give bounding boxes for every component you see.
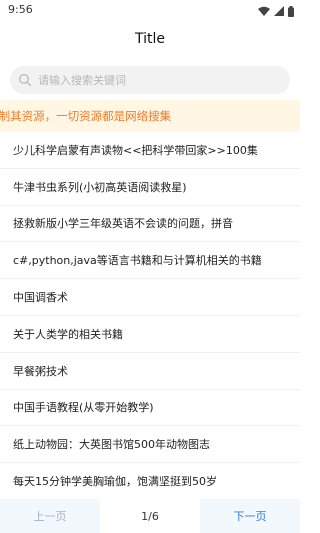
list-item[interactable]: 牛津书虫系列(小初高英语阅读救星): [0, 169, 300, 206]
signal-icon: [274, 6, 284, 16]
pagination-bar: 上一页 1/6 下一页: [0, 499, 300, 533]
list-item[interactable]: 少儿科学启蒙有声读物<<把科学带回家>>100集: [0, 132, 300, 169]
status-bar: 9:56: [0, 0, 300, 22]
search-input[interactable]: [38, 73, 278, 87]
list-item[interactable]: 早餐粥技术: [0, 353, 300, 390]
list-item[interactable]: 纸上动物园：大英图书馆500年动物图志: [0, 426, 300, 464]
wifi-icon: [258, 6, 270, 16]
search-icon: [18, 73, 32, 87]
list-item[interactable]: 拯救新版小学三年级英语不会读的问题，拼音: [0, 206, 300, 243]
search-bar: [0, 60, 300, 100]
app-header: Title: [0, 22, 300, 60]
battery-icon: [288, 5, 294, 17]
prev-page-button[interactable]: 上一页: [0, 499, 100, 533]
notice-banner: !制其资源，一切资源都是网络搜集: [0, 100, 300, 132]
status-time: 9:56: [8, 3, 33, 16]
resource-list: 少儿科学启蒙有声读物<<把科学带回家>>100集 牛津书虫系列(小初高英语阅读救…: [0, 132, 300, 500]
list-item[interactable]: 关于人类学的相关书籍: [0, 316, 300, 353]
list-item[interactable]: c#,python,java等语言书籍和与计算机相关的书籍: [0, 242, 300, 280]
search-box[interactable]: [10, 66, 290, 94]
page-title: Title: [134, 31, 165, 47]
list-item[interactable]: 中国调香术: [0, 279, 300, 316]
list-item[interactable]: 中国手语教程(从零开始教学): [0, 390, 300, 427]
status-icons: [258, 4, 294, 18]
next-page-button[interactable]: 下一页: [200, 499, 300, 533]
notice-text: !制其资源，一切资源都是网络搜集: [0, 109, 172, 123]
page-indicator: 1/6: [100, 499, 200, 533]
list-item[interactable]: 每天15分钟学美胸瑜伽，饱满坚挺到50岁: [0, 463, 300, 500]
